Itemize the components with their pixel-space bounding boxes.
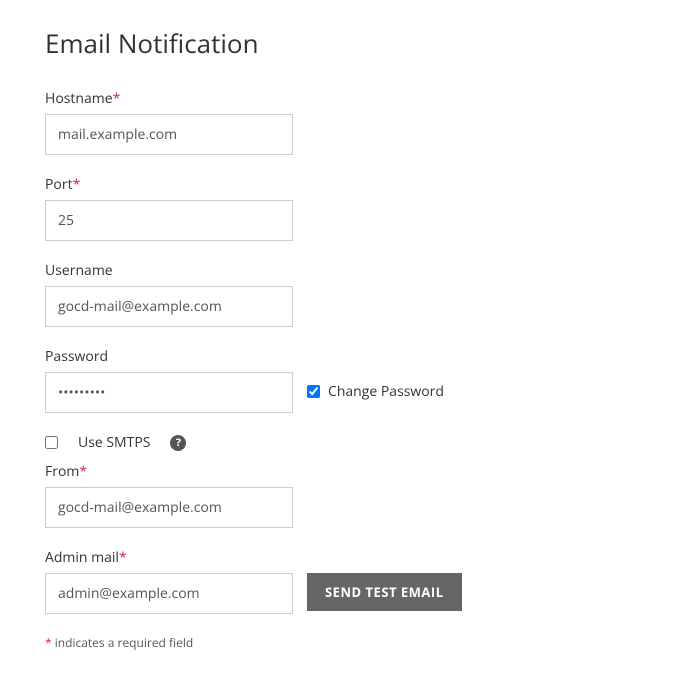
port-label: Port* bbox=[45, 175, 644, 194]
required-marker: * bbox=[79, 462, 87, 481]
change-password-checkbox[interactable] bbox=[307, 385, 320, 398]
help-icon[interactable]: ? bbox=[170, 435, 186, 451]
change-password-wrapper[interactable]: Change Password bbox=[307, 382, 444, 401]
username-label: Username bbox=[45, 261, 644, 280]
port-input[interactable] bbox=[45, 200, 293, 241]
page-title: Email Notification bbox=[45, 25, 644, 61]
from-label: From* bbox=[45, 462, 644, 481]
hostname-label: Hostname* bbox=[45, 89, 644, 108]
password-input[interactable] bbox=[45, 372, 293, 413]
hostname-input[interactable] bbox=[45, 114, 293, 155]
use-smtps-checkbox[interactable] bbox=[45, 436, 58, 449]
send-test-email-button[interactable]: SEND TEST EMAIL bbox=[307, 573, 462, 611]
admin-mail-input[interactable] bbox=[45, 573, 293, 614]
change-password-label: Change Password bbox=[328, 382, 444, 401]
from-input[interactable] bbox=[45, 487, 293, 528]
required-marker: * bbox=[73, 175, 81, 194]
required-marker: * bbox=[113, 89, 121, 108]
username-input[interactable] bbox=[45, 286, 293, 327]
required-footnote: * indicates a required field bbox=[45, 634, 644, 651]
use-smtps-wrapper[interactable]: Use SMTPS bbox=[45, 433, 150, 452]
use-smtps-label: Use SMTPS bbox=[78, 433, 150, 452]
password-label: Password bbox=[45, 347, 293, 366]
